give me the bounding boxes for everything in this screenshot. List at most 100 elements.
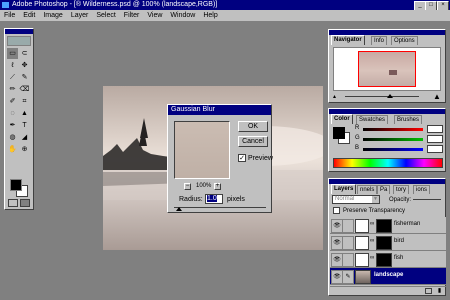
toolbox-title-bar [5,29,33,34]
ok-button[interactable]: OK [238,121,268,132]
menu-edit[interactable]: Edit [19,10,39,22]
blur-preview-window[interactable] [174,121,230,179]
tab-options[interactable]: Options [391,36,418,45]
layer-thumbnail [355,253,369,267]
preview-checkbox[interactable]: ✓ [238,154,246,162]
layer-mask-link-icon: ∞ [370,255,375,261]
layer-mask-link-icon: ∞ [370,221,375,227]
channel-b-label: B [355,145,360,151]
standard-mode-icon[interactable] [8,199,18,207]
tab-swatches[interactable]: Swatches [356,115,389,124]
navigator-zoom-slider[interactable] [345,96,419,97]
menu-window[interactable]: Window [166,10,199,22]
radius-slider-track[interactable] [174,207,266,208]
tool-grid: ▭ ⊂ ℓ ✥ ⟋ ✎ ✏ ⌫ ✐ ⌗ ◌ ▲ ✒ T ◍ ◢ ✋ ⊕ [7,48,31,160]
preview-zoom-label: 100% [196,183,212,189]
menu-filter[interactable]: Filter [120,10,144,22]
move-tool-icon[interactable]: ✥ [19,60,30,71]
layers-bottom-bar: ▮ [330,286,446,295]
layer-mask-thumbnail [376,219,392,233]
eyedropper-icon[interactable]: ✒ [7,120,18,131]
marquee-tool-icon[interactable]: ▭ [7,48,18,59]
red-value-field[interactable] [427,125,443,133]
blue-value-field[interactable] [427,145,443,153]
layer-row-landscape[interactable]: 👁 ✎ landscape [330,268,446,285]
tab-brushes[interactable]: Brushes [394,115,423,124]
photoshop-eye-logo [7,36,31,46]
hand-tool-icon[interactable]: ✋ [7,144,18,155]
layer-link-brush-icon[interactable] [342,219,354,233]
dodge-tool-icon[interactable]: ▲ [19,108,30,119]
gaussian-blur-dialog: Gaussian Blur OK Cancel ✓ Preview − 100%… [167,104,273,213]
layer-mask-thumbnail [376,253,392,267]
tab-actions[interactable]: ions [413,185,431,194]
gradient-tool-icon[interactable]: ◢ [19,132,30,143]
preserve-transparency-checkbox[interactable] [333,207,340,214]
layer-name: fisherman [394,221,421,227]
navigator-view-box[interactable] [358,51,416,87]
green-slider[interactable] [363,138,423,141]
menu-view[interactable]: View [143,10,166,22]
magic-wand-icon[interactable]: ℓ [7,60,18,71]
layer-row-fisherman[interactable]: 👁 ∞ fisherman [330,217,446,234]
menu-layer[interactable]: Layer [67,10,93,22]
cancel-button[interactable]: Cancel [238,136,268,147]
quick-mask-icon[interactable] [20,199,30,207]
layer-row-bird[interactable]: 👁 ∞ bird [330,234,446,251]
blue-slider[interactable] [363,148,423,151]
opacity-label: Opacity: [389,197,412,203]
green-value-field[interactable] [427,135,443,143]
navigator-zoom-handle[interactable] [387,94,393,98]
layer-thumbnail [355,219,369,233]
menu-file[interactable]: File [0,10,19,22]
zoom-out-mountain-icon[interactable]: ▴ [333,93,337,100]
type-tool-icon[interactable]: T [19,120,30,131]
layer-link-brush-icon[interactable] [342,236,354,250]
menu-help[interactable]: Help [199,10,221,22]
zoom-tool-icon[interactable]: ⊕ [19,144,30,155]
pencil-tool-icon[interactable]: ✎ [19,72,30,83]
zoom-in-button[interactable]: + [214,183,221,190]
brush-tool-icon[interactable]: ✏ [7,84,18,95]
smudge-tool-icon[interactable]: ◍ [7,132,18,143]
preview-label: Preview [248,155,273,162]
blend-mode-value: Normal [335,196,355,202]
crop-tool-icon[interactable]: ⟋ [7,72,18,83]
zoom-in-mountain-icon[interactable]: ▲ [433,92,441,101]
tab-layers[interactable]: Layers [331,184,357,194]
layer-mask-link-icon: ∞ [370,238,375,244]
layer-thumbnail [355,236,369,250]
new-layer-icon[interactable] [425,288,432,294]
menu-bar: File Edit Image Layer Select Filter View Window… [0,10,450,22]
tab-channels[interactable]: nnels [357,185,378,194]
trash-icon[interactable]: ▮ [436,288,443,294]
rubber-stamp-icon[interactable]: ⌗ [19,96,30,107]
tab-info[interactable]: Info [371,36,388,45]
menu-image[interactable]: Image [39,10,66,22]
eraser-tool-icon[interactable]: ⌫ [19,84,30,95]
blur-tool-icon[interactable]: ◌ [7,108,18,119]
opacity-slider[interactable] [413,199,441,200]
close-button[interactable]: × [437,1,449,10]
tab-color[interactable]: Color [331,114,353,124]
lasso-tool-icon[interactable]: ⊂ [19,48,30,59]
maximize-button[interactable]: □ [425,1,437,10]
radius-label: Radius: [179,196,203,203]
layer-link-brush-icon[interactable] [342,253,354,267]
menu-select[interactable]: Select [92,10,119,22]
zoom-out-button[interactable]: − [184,183,191,190]
radius-value: 1.0 [207,195,217,202]
radius-input[interactable]: 1.0 [205,194,223,204]
color-spectrum-bar[interactable] [333,158,443,168]
layer-paintbrush-icon[interactable]: ✎ [342,270,354,284]
blend-mode-select[interactable]: Normal ▼ [332,195,380,204]
layer-name: fish [394,255,404,261]
layer-row-fish[interactable]: 👁 ∞ fish [330,251,446,268]
pen-tool-icon[interactable]: ✐ [7,96,18,107]
red-slider[interactable] [363,128,423,131]
tab-paths[interactable]: Pa [377,185,391,194]
tab-history[interactable]: tory [393,185,410,194]
tab-navigator[interactable]: Navigator [331,35,365,45]
radius-slider-handle[interactable] [176,207,182,211]
dialog-title: Gaussian Blur [168,105,271,115]
